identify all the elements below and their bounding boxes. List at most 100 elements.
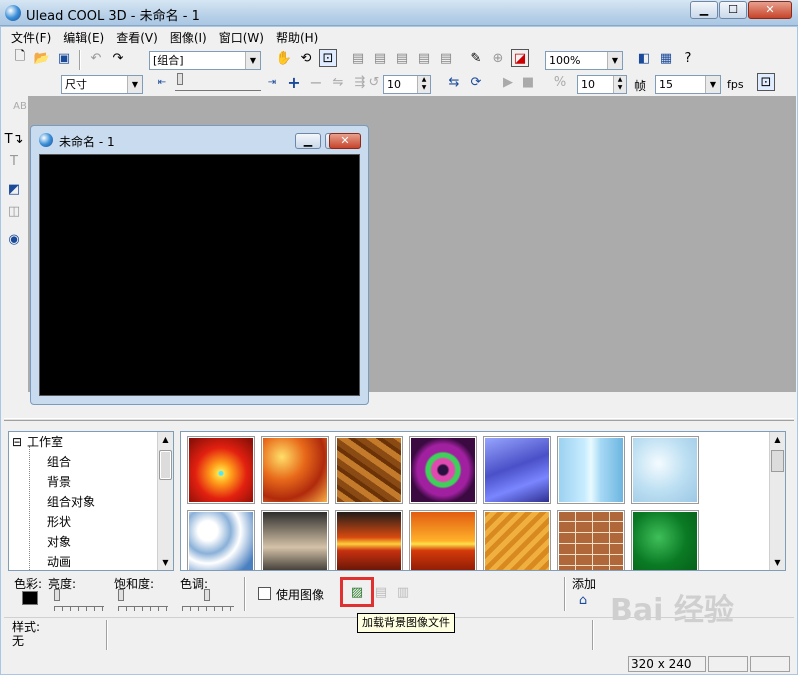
maximize-button[interactable]: ☐	[719, 1, 747, 19]
thumb-green-marble[interactable]	[631, 510, 699, 570]
color-swatch[interactable]	[22, 591, 38, 605]
reverse-icon[interactable]: ⇋	[329, 73, 347, 91]
brightness-slider[interactable]	[54, 589, 104, 611]
thumb-water-ripple[interactable]	[483, 436, 551, 504]
new-file-icon[interactable]: 🗋	[11, 49, 29, 67]
timeline-slider[interactable]	[175, 73, 261, 91]
zoom-combo[interactable]: 100% ▼	[545, 51, 623, 70]
tree-item[interactable]: 组合	[47, 454, 71, 470]
undo-icon[interactable]: ↶	[87, 49, 105, 67]
insert-object-icon[interactable]: ◉	[5, 230, 23, 248]
chevron-down-icon[interactable]: ▼	[607, 52, 622, 69]
bevel-icon-1[interactable]: ▤	[349, 49, 367, 67]
stop-icon[interactable]: ■	[519, 73, 537, 91]
slider-knob[interactable]	[204, 589, 210, 601]
thumb-frost[interactable]	[631, 436, 699, 504]
globe-icon[interactable]: ⊕	[489, 49, 507, 67]
close-button[interactable]: ✕	[748, 1, 792, 19]
doc-minimize-button[interactable]: ▁	[295, 133, 321, 149]
edit-shape-icon[interactable]: ◫	[5, 202, 23, 220]
pen-icon[interactable]: ✎	[467, 49, 485, 67]
fps-combo[interactable]: 15 ▼	[655, 75, 721, 94]
hue-slider[interactable]	[182, 589, 234, 611]
loop-icon[interactable]: ⇆	[445, 73, 463, 91]
chevron-down-icon[interactable]: ▼	[705, 76, 720, 93]
timeline-knob[interactable]	[177, 73, 183, 85]
minimize-button[interactable]: ▁	[690, 1, 718, 19]
scroll-down-icon[interactable]: ▼	[158, 555, 173, 570]
thumb-sunset-sea[interactable]	[335, 510, 403, 570]
thumb-brick-wall[interactable]	[557, 510, 625, 570]
redo-icon[interactable]: ↷	[109, 49, 127, 67]
chart-icon[interactable]: ◪	[511, 49, 529, 67]
percent-icon[interactable]: %	[551, 73, 569, 91]
chevron-down-icon[interactable]: ▼	[245, 52, 260, 69]
render-canvas[interactable]	[39, 154, 360, 396]
scroll-thumb[interactable]	[771, 450, 784, 472]
menu-window[interactable]: 窗口(W)	[213, 29, 270, 47]
object-properties-icon[interactable]: ◧	[635, 49, 653, 67]
add-frame-icon[interactable]: +	[285, 73, 303, 92]
bevel-icon-4[interactable]: ▤	[415, 49, 433, 67]
tree-item[interactable]: 组合对象	[47, 494, 95, 510]
spin-arrows-icon[interactable]: ▲ ▼	[417, 76, 430, 93]
gallery-scrollbar[interactable]: ▲ ▼	[769, 432, 785, 570]
saturation-slider[interactable]	[118, 589, 168, 611]
object-combo[interactable]: [组合] ▼	[149, 51, 261, 70]
scroll-down-icon[interactable]: ▼	[770, 555, 785, 570]
tree-item[interactable]: 形状	[47, 514, 71, 530]
insert-text-icon[interactable]: T↴	[5, 130, 24, 148]
thumb-wood-texture[interactable]	[335, 436, 403, 504]
first-frame-icon[interactable]: ⇤	[153, 73, 171, 91]
tree-item-selected[interactable]: 背景	[47, 474, 72, 490]
size-combo[interactable]: 尺寸 ▼	[61, 75, 143, 94]
menu-help[interactable]: 帮助(H)	[270, 29, 324, 47]
image-options-icon[interactable]: ▥	[394, 583, 412, 601]
doc-close-button[interactable]: ✕	[329, 133, 361, 149]
bevel-icon-3[interactable]: ▤	[393, 49, 411, 67]
tree-item[interactable]: 对象	[47, 534, 71, 550]
edit-image-icon[interactable]: ▤	[372, 583, 390, 601]
save-icon[interactable]: ▣	[55, 49, 73, 67]
last-frame-icon[interactable]: ⇥	[263, 73, 281, 91]
play-icon[interactable]: ▶	[499, 73, 517, 91]
thumb-sunset-sky[interactable]	[409, 510, 477, 570]
thumb-sun-burst[interactable]	[187, 436, 255, 504]
rotate-hand-icon[interactable]: ⟲	[297, 49, 315, 67]
help-pointer-icon[interactable]: ?	[679, 49, 697, 67]
fit-view-icon[interactable]: ⊡	[319, 49, 337, 67]
camera-fit-icon[interactable]: ⊡	[757, 73, 775, 91]
tree-item[interactable]: 动画	[47, 554, 71, 570]
insert-shape-icon[interactable]: ◩	[5, 180, 23, 198]
menu-view[interactable]: 查看(V)	[110, 29, 164, 47]
use-image-checkbox[interactable]	[258, 587, 271, 600]
thumb-clouds[interactable]	[187, 510, 255, 570]
open-folder-icon[interactable]: 📂	[33, 49, 51, 67]
scroll-up-icon[interactable]: ▲	[770, 432, 785, 447]
tree-expander[interactable]: ⊟	[12, 434, 22, 450]
thumb-swirl[interactable]	[409, 436, 477, 504]
add-to-gallery-icon[interactable]: ⌂	[574, 591, 592, 609]
scroll-up-icon[interactable]: ▲	[158, 432, 173, 447]
menu-edit[interactable]: 编辑(E)	[57, 29, 110, 47]
remove-frame-icon[interactable]: −	[307, 73, 325, 92]
keyframe-spin[interactable]: 10 ▲ ▼	[383, 75, 431, 94]
tree-root[interactable]: 工作室	[27, 434, 63, 450]
undo-step-icon[interactable]: ↺	[365, 73, 383, 91]
pingpong-icon[interactable]: ⟳	[467, 73, 485, 91]
menu-image[interactable]: 图像(I)	[164, 29, 213, 47]
frames-spin[interactable]: 10 ▲ ▼	[577, 75, 627, 94]
thumb-fire-texture[interactable]	[261, 436, 329, 504]
hand-icon[interactable]: ✋	[275, 49, 293, 67]
bevel-icon-2[interactable]: ▤	[371, 49, 389, 67]
panel-splitter[interactable]	[4, 418, 794, 421]
thumb-dark-sky[interactable]	[261, 510, 329, 570]
slider-knob[interactable]	[54, 589, 60, 601]
menu-file[interactable]: 文件(F)	[5, 29, 57, 47]
tree-scrollbar[interactable]: ▲ ▼	[157, 432, 173, 570]
spin-arrows-icon[interactable]: ▲ ▼	[613, 76, 626, 93]
thumb-ice-blue[interactable]	[557, 436, 625, 504]
chevron-down-icon[interactable]: ▼	[127, 76, 142, 93]
bevel-icon-5[interactable]: ▤	[437, 49, 455, 67]
composite-icon[interactable]: ▦	[657, 49, 675, 67]
